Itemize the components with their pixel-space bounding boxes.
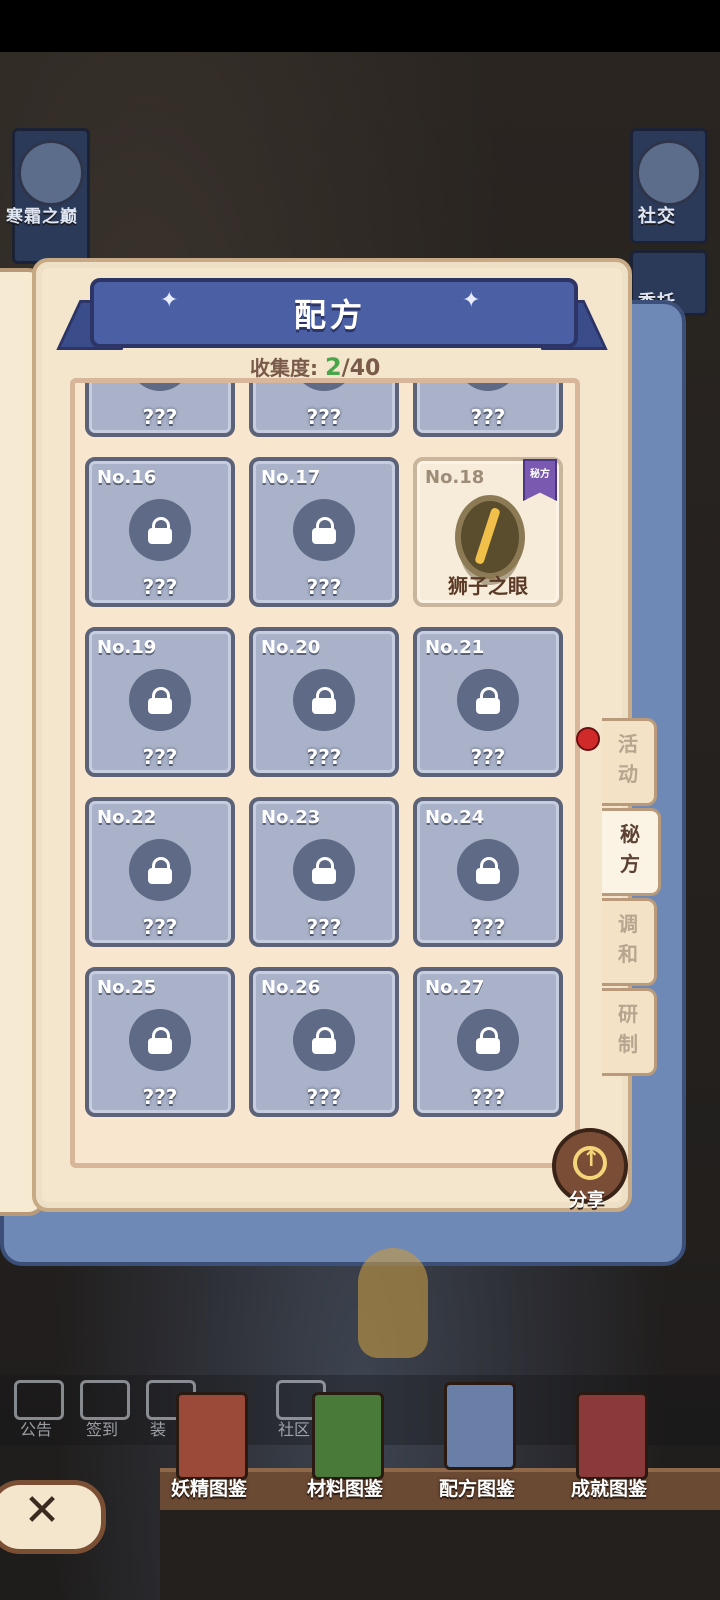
recipe-name: ??? (470, 1085, 506, 1109)
collection-progress: 收集度: 2/40 (250, 352, 380, 381)
recipe-card[interactable]: No.27??? (413, 967, 563, 1117)
tab-label: 活 动 (618, 732, 638, 786)
recipe-guide-label[interactable]: 配方图鉴 (422, 1474, 532, 1501)
lock-icon (476, 857, 500, 884)
community-label: 社区 (278, 1420, 311, 1439)
tab-label: 研 制 (618, 1002, 638, 1056)
material-guide-book-icon[interactable] (312, 1392, 384, 1480)
collection-count: 2 (324, 353, 342, 381)
recipe-card[interactable]: No.19??? (85, 627, 235, 777)
tab-label: 秘 方 (620, 822, 640, 876)
equip-label: 装 (150, 1420, 167, 1439)
recipe-number: No.22 (97, 807, 157, 828)
recipe-name: 狮子之眼 (448, 574, 528, 598)
recipe-silhouette (457, 383, 519, 391)
recipe-card[interactable]: ??? (249, 383, 399, 437)
tab-label: 调 和 (618, 912, 638, 966)
recipe-card[interactable]: No.16??? (85, 457, 235, 607)
recipe-number: No.18 (425, 467, 485, 488)
recipe-card[interactable]: ??? (413, 383, 563, 437)
recipe-number: No.24 (425, 807, 485, 828)
recipe-name: ??? (142, 405, 178, 429)
character-figure (358, 1248, 428, 1358)
recipe-number: No.23 (261, 807, 321, 828)
recipe-number: No.19 (97, 637, 157, 658)
recipe-name: ??? (142, 575, 178, 599)
recipe-name: ??? (306, 915, 342, 939)
fairy-guide-label[interactable]: 妖精图鉴 (154, 1474, 264, 1501)
recipe-card[interactable]: ??? (85, 383, 235, 437)
recipe-name: ??? (142, 745, 178, 769)
tab-activity[interactable]: 活 动 (602, 718, 657, 806)
tab-research[interactable]: 研 制 (602, 988, 657, 1076)
lock-icon (148, 687, 172, 714)
achievement-guide-label[interactable]: 成就图鉴 (554, 1474, 664, 1501)
social-icon (636, 140, 702, 206)
recipe-name: ??? (142, 915, 178, 939)
recipe-card[interactable]: No.21??? (413, 627, 563, 777)
recipe-card[interactable]: No.23??? (249, 797, 399, 947)
recipe-number: No.20 (261, 637, 321, 658)
achievement-guide-book-icon[interactable] (576, 1392, 648, 1480)
notification-dot-icon (576, 727, 600, 751)
announcement-icon[interactable] (14, 1380, 64, 1420)
recipe-name: ??? (470, 405, 506, 429)
announcement-label: 公告 (20, 1420, 53, 1439)
recipe-name: ??? (306, 745, 342, 769)
tab-blend[interactable]: 调 和 (602, 898, 657, 986)
close-icon: ✕ (23, 1485, 61, 1536)
frost-peak-icon (18, 140, 84, 206)
page-title: 配方 (293, 296, 366, 334)
recipe-number: No.16 (97, 467, 157, 488)
lock-icon (148, 857, 172, 884)
share-label: 分享 (569, 1190, 605, 1211)
lock-icon (476, 1027, 500, 1054)
bookshelf-base (160, 1510, 720, 1600)
recipe-card[interactable]: No.20??? (249, 627, 399, 777)
recipe-name: ??? (306, 405, 342, 429)
checkin-icon[interactable] (80, 1380, 130, 1420)
recipe-number: No.25 (97, 977, 157, 998)
recipe-card[interactable]: No.25??? (85, 967, 235, 1117)
recipe-card[interactable]: No.24??? (413, 797, 563, 947)
secret-recipe-badge: 秘方 (523, 459, 557, 501)
recipe-number: No.17 (261, 467, 321, 488)
recipe-name: ??? (306, 575, 342, 599)
recipe-number: No.26 (261, 977, 321, 998)
lock-icon (312, 857, 336, 884)
recipe-silhouette (129, 383, 191, 391)
recipe-name: ??? (470, 915, 506, 939)
left-event-label: 寒霜之巅 (6, 207, 78, 227)
lock-icon (312, 517, 336, 544)
lock-icon (312, 1027, 336, 1054)
social-label: 社交 (638, 206, 676, 227)
recipe-card[interactable]: No.18 秘方狮子之眼 (413, 457, 563, 607)
status-bar (0, 0, 720, 52)
lock-icon (148, 1027, 172, 1054)
recipe-card[interactable]: No.17??? (249, 457, 399, 607)
lock-icon (148, 517, 172, 544)
recipe-number: No.27 (425, 977, 485, 998)
fairy-guide-book-icon[interactable] (176, 1392, 248, 1480)
checkin-label: 签到 (86, 1420, 119, 1439)
recipe-guide-book-icon[interactable] (444, 1382, 516, 1470)
recipe-card[interactable]: No.26??? (249, 967, 399, 1117)
recipe-grid[interactable]: ????????? No.16??? No.17??? No.18 秘方 狮子之眼 No.1… (70, 378, 580, 1168)
tab-secret-recipe[interactable]: 秘 方 (602, 808, 661, 896)
share-icon (573, 1146, 607, 1180)
recipe-card[interactable]: No.22??? (85, 797, 235, 947)
recipe-number: No.21 (425, 637, 485, 658)
recipe-name: ??? (142, 1085, 178, 1109)
recipe-name: ??? (470, 745, 506, 769)
lion-eye-item-icon (455, 495, 525, 579)
recipe-silhouette (293, 383, 355, 391)
lock-icon (312, 687, 336, 714)
lock-icon (476, 687, 500, 714)
collection-label: 收集度: (250, 356, 318, 380)
recipe-name: ??? (306, 1085, 342, 1109)
material-guide-label[interactable]: 材料图鉴 (290, 1474, 400, 1501)
